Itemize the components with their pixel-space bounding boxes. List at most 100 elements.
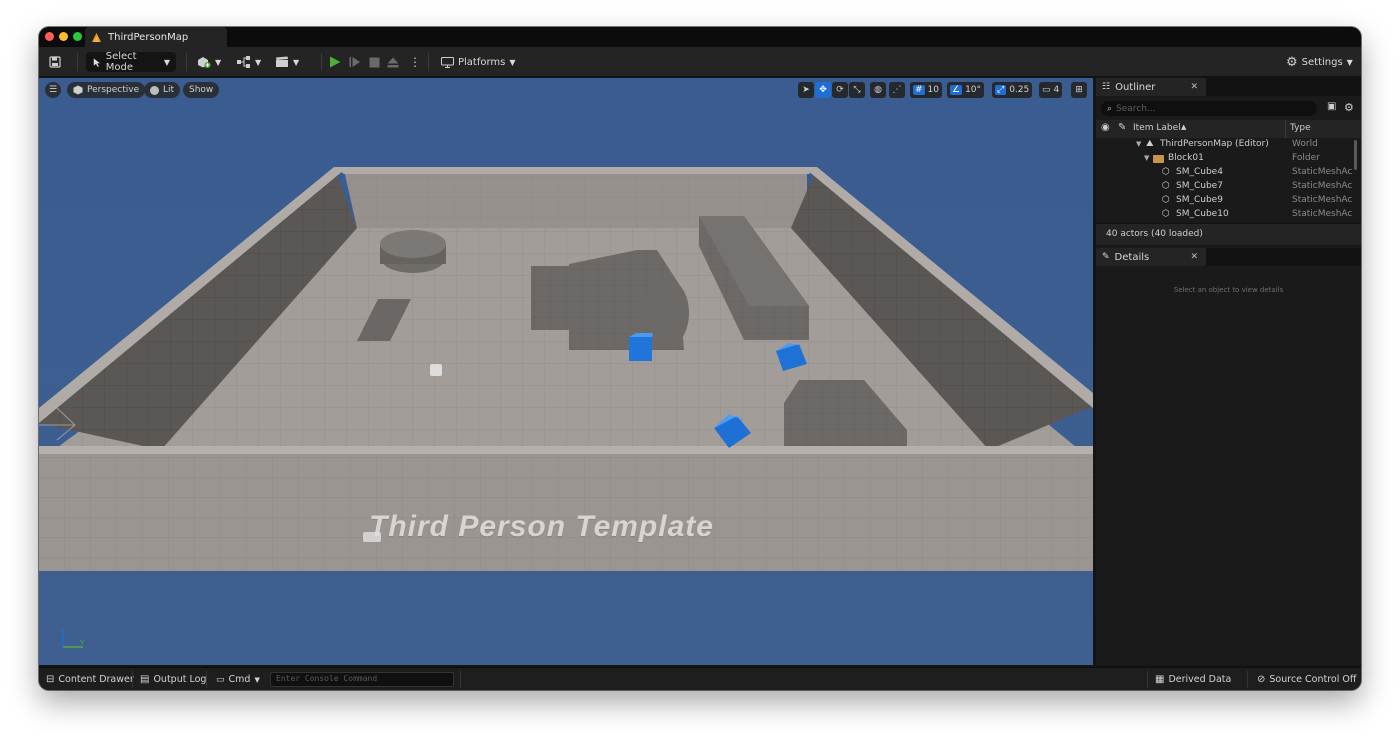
cmd-dropdown[interactable]: ▭ Cmd ▼ xyxy=(216,672,260,687)
side-panel: ☷ Outliner ✕ ⌕ Search... ▣ ⚙ ◉ ✎ Item La… xyxy=(1096,78,1361,665)
world-local-button[interactable]: ◍ xyxy=(870,82,886,98)
col-item-label[interactable]: Item Label xyxy=(1133,123,1181,133)
details-empty-message: Select an object to view details xyxy=(1173,286,1284,294)
play-button[interactable] xyxy=(329,52,341,72)
output-log-icon: ▤ xyxy=(140,674,150,685)
outliner-search-row: ⌕ Search... ▣ ⚙ xyxy=(1096,98,1361,120)
pin-icon[interactable]: ✎ xyxy=(1118,122,1126,133)
outliner-search-input[interactable]: ⌕ Search... xyxy=(1101,101,1317,116)
statusbar-separator xyxy=(460,671,461,688)
cursor-icon: ➤ xyxy=(802,85,810,95)
stop-button[interactable] xyxy=(369,52,380,72)
select-mode-label: Select Mode xyxy=(105,51,137,73)
tree-row-type: StaticMeshAc xyxy=(1292,195,1353,205)
close-window-button[interactable] xyxy=(45,32,54,41)
add-folder-icon[interactable]: ▣ xyxy=(1327,101,1336,112)
select-tool-button[interactable]: ➤ xyxy=(798,82,814,98)
translate-tool-button[interactable]: ✥ xyxy=(815,82,831,98)
tree-row[interactable]: ▼ ⛰ ThirdPersonMap (Editor) World xyxy=(1096,138,1361,152)
rotate-tool-button[interactable]: ⟳ xyxy=(832,82,848,98)
tree-row-type: StaticMeshAc xyxy=(1292,167,1353,177)
source-control-off-icon: ⊘ xyxy=(1257,674,1266,685)
perspective-label: Perspective xyxy=(87,85,140,95)
tree-row[interactable]: ▼ Block01 Folder xyxy=(1096,152,1361,166)
scale-icon: ⤡ xyxy=(853,85,861,95)
static-mesh-icon: ⬡ xyxy=(1162,195,1170,205)
play-options-button[interactable]: ⋮ xyxy=(409,52,421,72)
perspective-button[interactable]: Perspective xyxy=(67,82,146,98)
stop-icon xyxy=(369,57,380,67)
scale-tool-button[interactable]: ⤡ xyxy=(849,82,865,98)
chevron-down-icon: ▼ xyxy=(255,57,262,67)
tree-row-type: StaticMeshAc xyxy=(1292,181,1353,191)
status-bar: ⊟ Content Drawer ▤ Output Log ▭ Cmd ▼ En… xyxy=(39,667,1361,690)
grid-snap-button[interactable]: # 10 xyxy=(910,82,942,98)
tree-row-label: SM_Cube9 xyxy=(1176,195,1223,205)
tree-row[interactable]: ⬡ SM_Cube9 StaticMeshAc xyxy=(1096,194,1361,208)
outliner-scrollbar[interactable] xyxy=(1354,140,1357,170)
player-start-icon[interactable] xyxy=(430,364,442,376)
text-render-icon[interactable] xyxy=(363,532,381,542)
blueprint-button[interactable]: ▼ xyxy=(237,52,261,72)
tab-outliner[interactable]: ☷ Outliner ✕ xyxy=(1096,78,1206,96)
camera-speed-button[interactable]: ▭ 4 xyxy=(1039,82,1063,98)
rotation-snap-value: 10° xyxy=(965,85,982,95)
derived-data-icon: ▦ xyxy=(1155,674,1165,685)
eject-button[interactable] xyxy=(387,52,399,72)
tab-details[interactable]: ✎ Details ✕ xyxy=(1096,248,1206,266)
close-icon[interactable]: ✕ xyxy=(1190,252,1198,262)
output-log-button[interactable]: ▤ Output Log xyxy=(140,672,206,687)
close-icon[interactable]: ✕ xyxy=(1190,82,1198,92)
content-drawer-label: Content Drawer xyxy=(58,674,134,685)
cinematics-button[interactable]: ▼ xyxy=(275,52,299,72)
zoom-window-button[interactable] xyxy=(73,32,82,41)
source-control-button[interactable]: ⊘ Source Control Off xyxy=(1257,672,1356,687)
outliner-icon: ☷ xyxy=(1102,82,1111,92)
outliner-header: ◉ ✎ Item Label ▲ Type xyxy=(1096,120,1361,138)
level-tab[interactable]: ThirdPersonMap xyxy=(85,27,227,47)
expand-arrow-icon[interactable]: ▼ xyxy=(1136,140,1141,148)
level-tab-title: ThirdPersonMap xyxy=(108,31,189,43)
visibility-eye-icon[interactable]: ◉ xyxy=(1101,122,1110,133)
details-tabbar: ✎ Details ✕ xyxy=(1096,248,1361,266)
viewport-layout-button[interactable]: ⊞ xyxy=(1071,82,1087,98)
more-vertical-icon: ⋮ xyxy=(409,55,421,69)
select-mode-dropdown[interactable]: Select Mode ▼ xyxy=(86,51,176,73)
platforms-icon xyxy=(441,56,454,68)
col-type[interactable]: Type xyxy=(1290,123,1311,133)
rotation-snap-button[interactable]: ∠ 10° xyxy=(947,82,985,98)
show-button[interactable]: Show xyxy=(183,82,220,98)
tree-row[interactable]: ⬡ SM_Cube10 StaticMeshAc xyxy=(1096,208,1361,222)
save-button[interactable] xyxy=(49,52,61,72)
derived-data-button[interactable]: ▦ Derived Data xyxy=(1155,672,1231,687)
gear-icon[interactable]: ⚙ xyxy=(1344,101,1354,114)
settings-dropdown[interactable]: ⚙ Settings ▼ xyxy=(1286,52,1353,72)
sort-up-icon: ▲ xyxy=(1181,123,1187,131)
lit-button[interactable]: Lit xyxy=(144,82,181,98)
scale-snap-button[interactable]: ⤢ 0.25 xyxy=(992,82,1033,98)
viewport-options-button[interactable]: ☰ xyxy=(45,82,61,98)
move-icon: ✥ xyxy=(819,85,827,95)
platforms-dropdown[interactable]: Platforms ▼ xyxy=(441,52,516,72)
level-viewport[interactable]: Third Person Template Z Y ☰ Perspective … xyxy=(39,78,1093,665)
tree-row[interactable]: ⬡ SM_Cube7 StaticMeshAc xyxy=(1096,180,1361,194)
terminal-icon: ▭ xyxy=(216,674,225,685)
chevron-down-icon: ▼ xyxy=(163,57,170,67)
advance-frame-button[interactable] xyxy=(349,52,361,72)
surface-snapping-button[interactable]: ⋰ xyxy=(889,82,905,98)
scale-snap-icon: ⤢ xyxy=(995,85,1007,95)
console-command-input[interactable]: Enter Console Command xyxy=(270,672,454,687)
content-drawer-button[interactable]: ⊟ Content Drawer xyxy=(46,672,134,687)
expand-arrow-icon[interactable]: ▼ xyxy=(1144,154,1149,162)
tree-row-label: SM_Cube4 xyxy=(1176,167,1223,177)
surface-snap-icon: ⋰ xyxy=(892,85,902,95)
toolbar-separator xyxy=(77,53,78,71)
details-body: Select an object to view details xyxy=(1096,266,1361,665)
tree-row-type: StaticMeshAc xyxy=(1292,209,1353,219)
lit-sphere-icon xyxy=(150,85,159,95)
svg-text:Z: Z xyxy=(61,627,66,633)
add-actor-button[interactable]: ▼ xyxy=(197,52,221,72)
outliner-footer: 40 actors (40 loaded) xyxy=(1096,223,1361,245)
minimize-window-button[interactable] xyxy=(59,32,68,41)
tree-row[interactable]: ⬡ SM_Cube4 StaticMeshAc xyxy=(1096,166,1361,180)
